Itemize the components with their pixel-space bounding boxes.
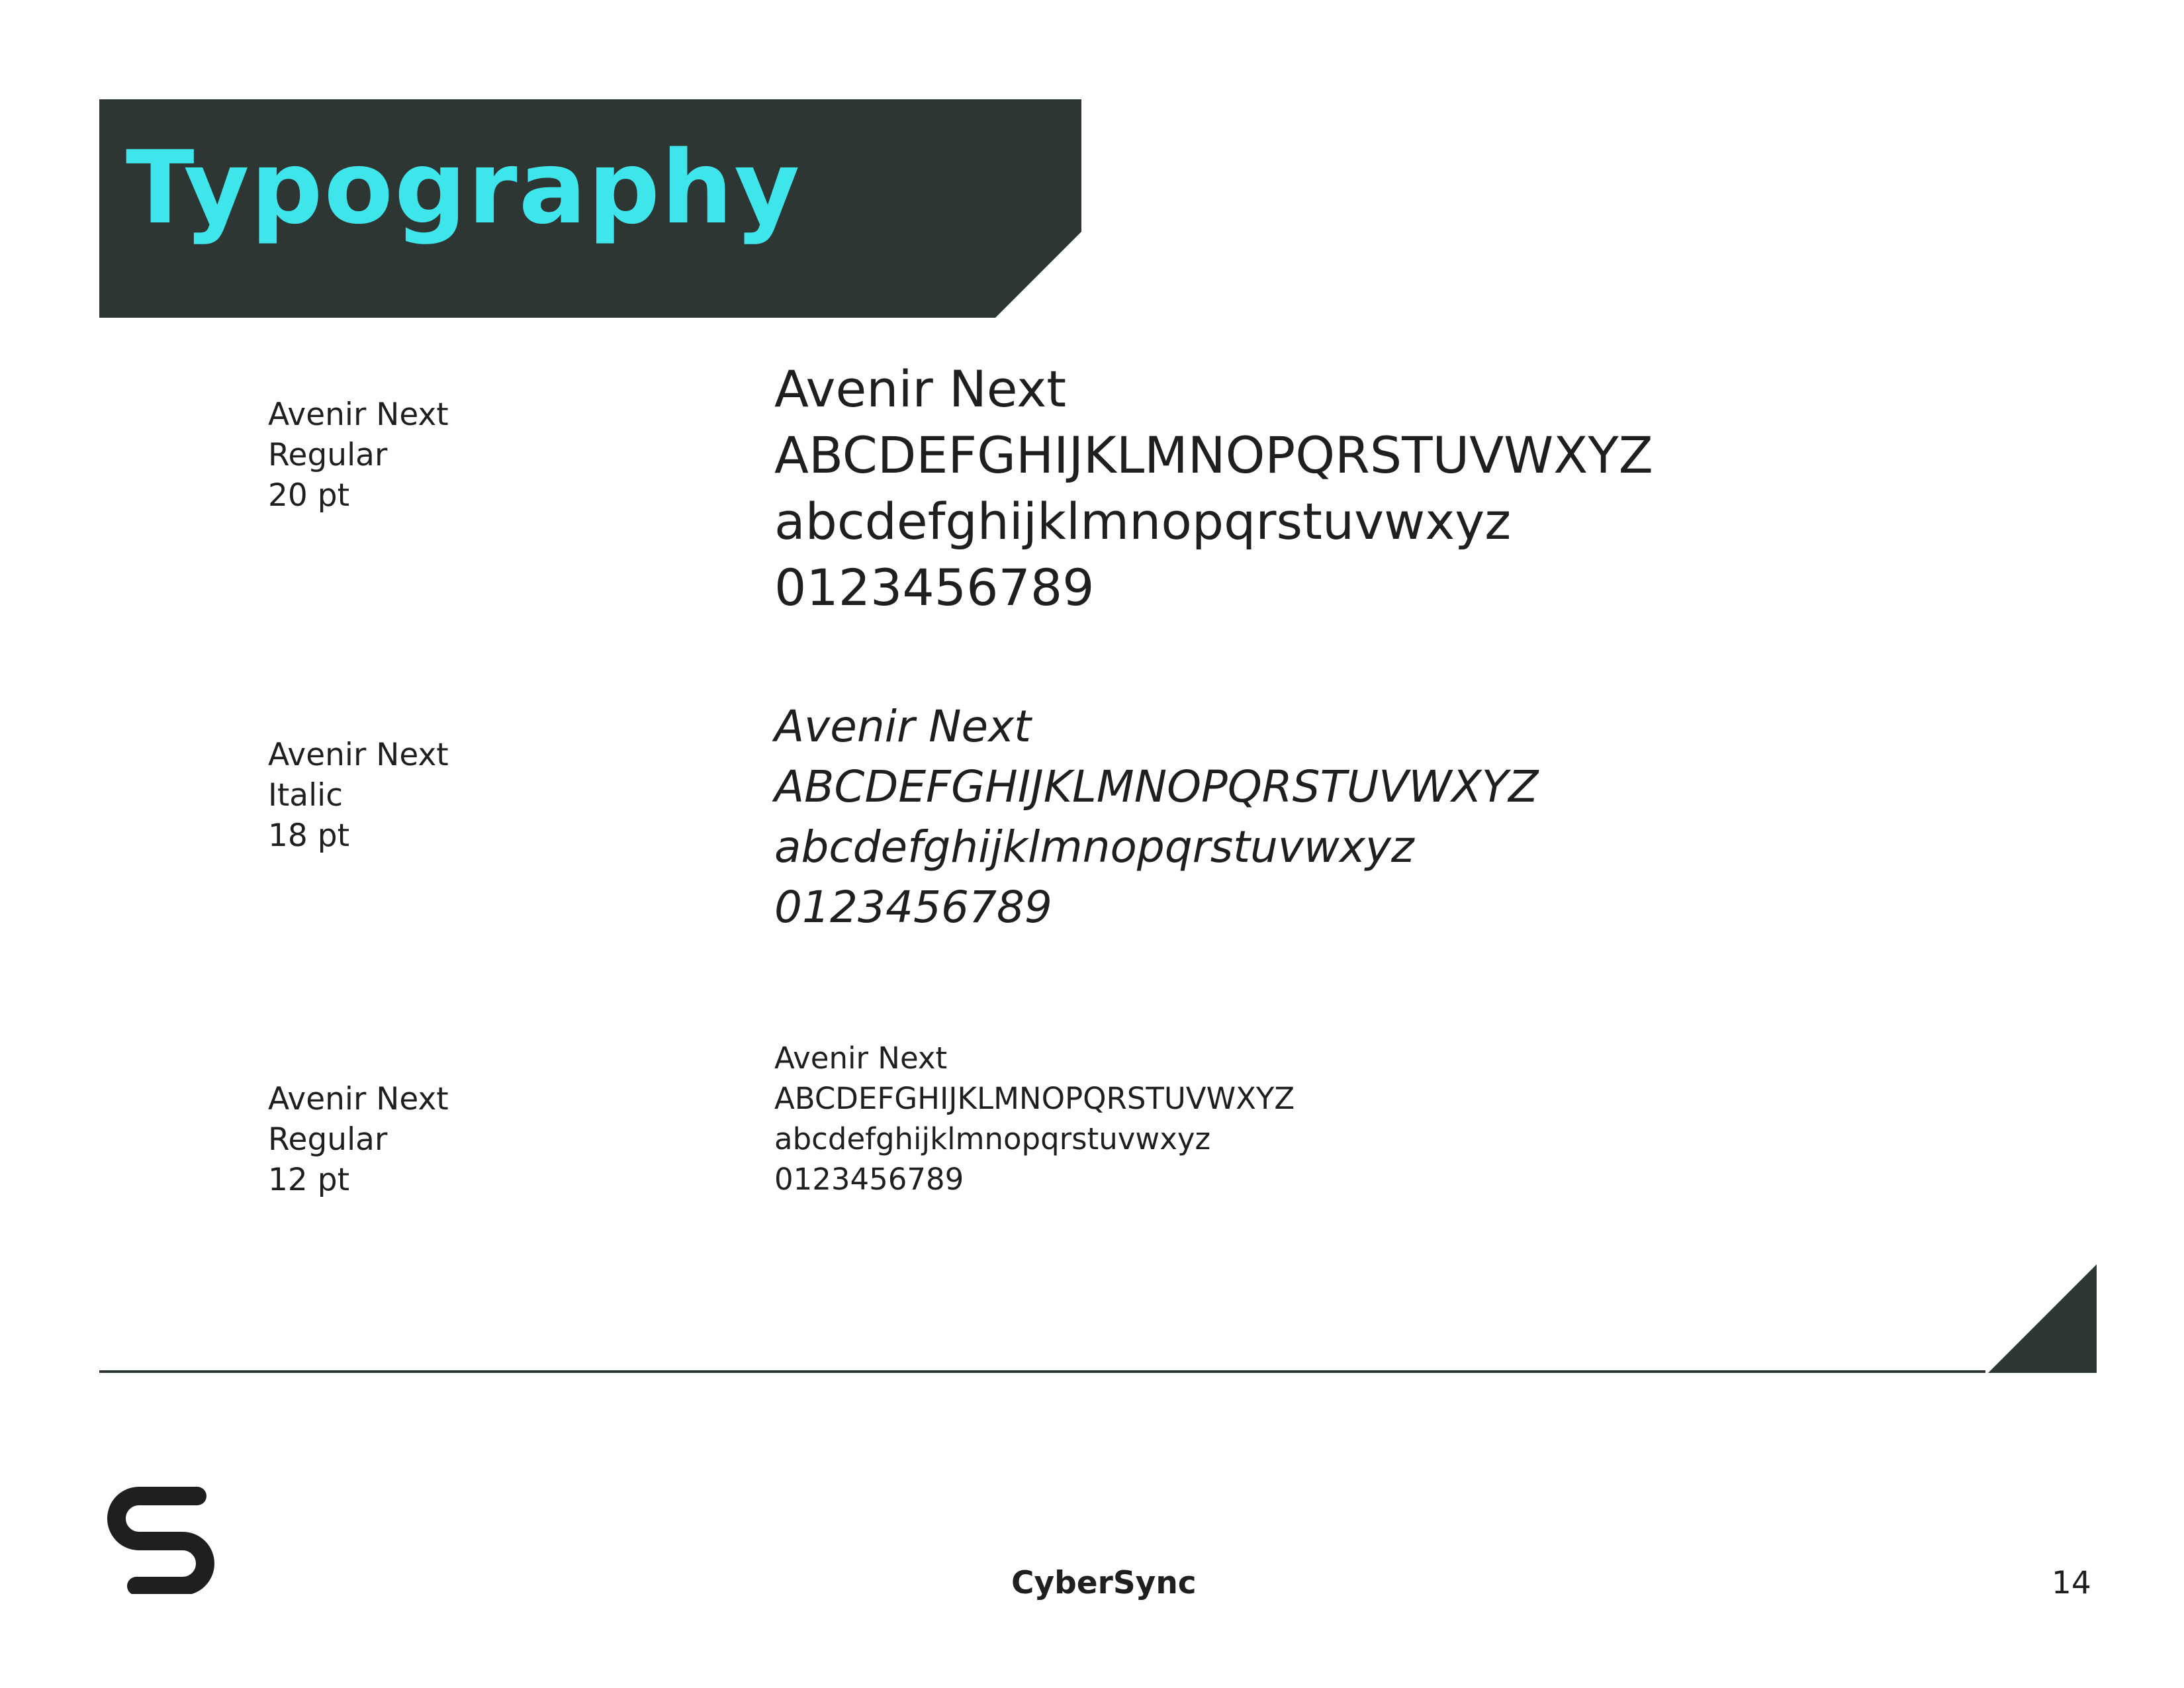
- sample-lowercase: abcdefghijklmnopqrstuvwxyz: [774, 492, 1512, 551]
- sample-lowercase: abcdefghijklmnopqrstuvwxyz: [774, 821, 1414, 872]
- sample-uppercase: ABCDEFGHIJKLMNOPQRSTUVWXYZ: [774, 1081, 1295, 1116]
- spec-family: Avenir Next: [268, 397, 449, 433]
- specimen-1-spec: Avenir Next Regular 20 pt: [268, 395, 449, 516]
- sample-lowercase: abcdefghijklmnopqrstuvwxyz: [774, 1121, 1211, 1156]
- spec-family: Avenir Next: [268, 737, 449, 773]
- spec-style: Regular: [268, 437, 388, 473]
- page-number: 14: [2052, 1565, 2091, 1601]
- sample-name: Avenir Next: [774, 1041, 948, 1076]
- spec-style: Italic: [268, 777, 343, 814]
- corner-triangle: [1988, 1264, 2097, 1373]
- brand-name: CyberSync: [1011, 1565, 1197, 1601]
- specimen-3-sample: Avenir Next ABCDEFGHIJKLMNOPQRSTUVWXYZ a…: [774, 1038, 1295, 1199]
- sample-name: Avenir Next: [774, 701, 1032, 752]
- spec-family: Avenir Next: [268, 1081, 449, 1117]
- specimen-2-sample: Avenir Next ABCDEFGHIJKLMNOPQRSTUVWXYZ a…: [774, 696, 1538, 937]
- specimen-1-sample: Avenir Next ABCDEFGHIJKLMNOPQRSTUVWXYZ a…: [774, 356, 1653, 621]
- sample-digits: 0123456789: [774, 1162, 964, 1197]
- sample-digits: 0123456789: [774, 882, 1052, 933]
- sample-digits: 0123456789: [774, 558, 1095, 617]
- spec-style: Regular: [268, 1121, 388, 1158]
- divider-rule: [99, 1370, 1985, 1373]
- spec-size: 20 pt: [268, 477, 350, 514]
- specimen-3-spec: Avenir Next Regular 12 pt: [268, 1079, 449, 1200]
- sample-uppercase: ABCDEFGHIJKLMNOPQRSTUVWXYZ: [774, 426, 1653, 485]
- spec-size: 12 pt: [268, 1162, 350, 1198]
- sample-uppercase: ABCDEFGHIJKLMNOPQRSTUVWXYZ: [774, 761, 1539, 812]
- page-title: Typography: [126, 129, 801, 246]
- specimen-2-spec: Avenir Next Italic 18 pt: [268, 735, 449, 856]
- spec-size: 18 pt: [268, 818, 350, 854]
- sample-name: Avenir Next: [774, 359, 1067, 418]
- cybersync-logo-icon: [107, 1487, 214, 1594]
